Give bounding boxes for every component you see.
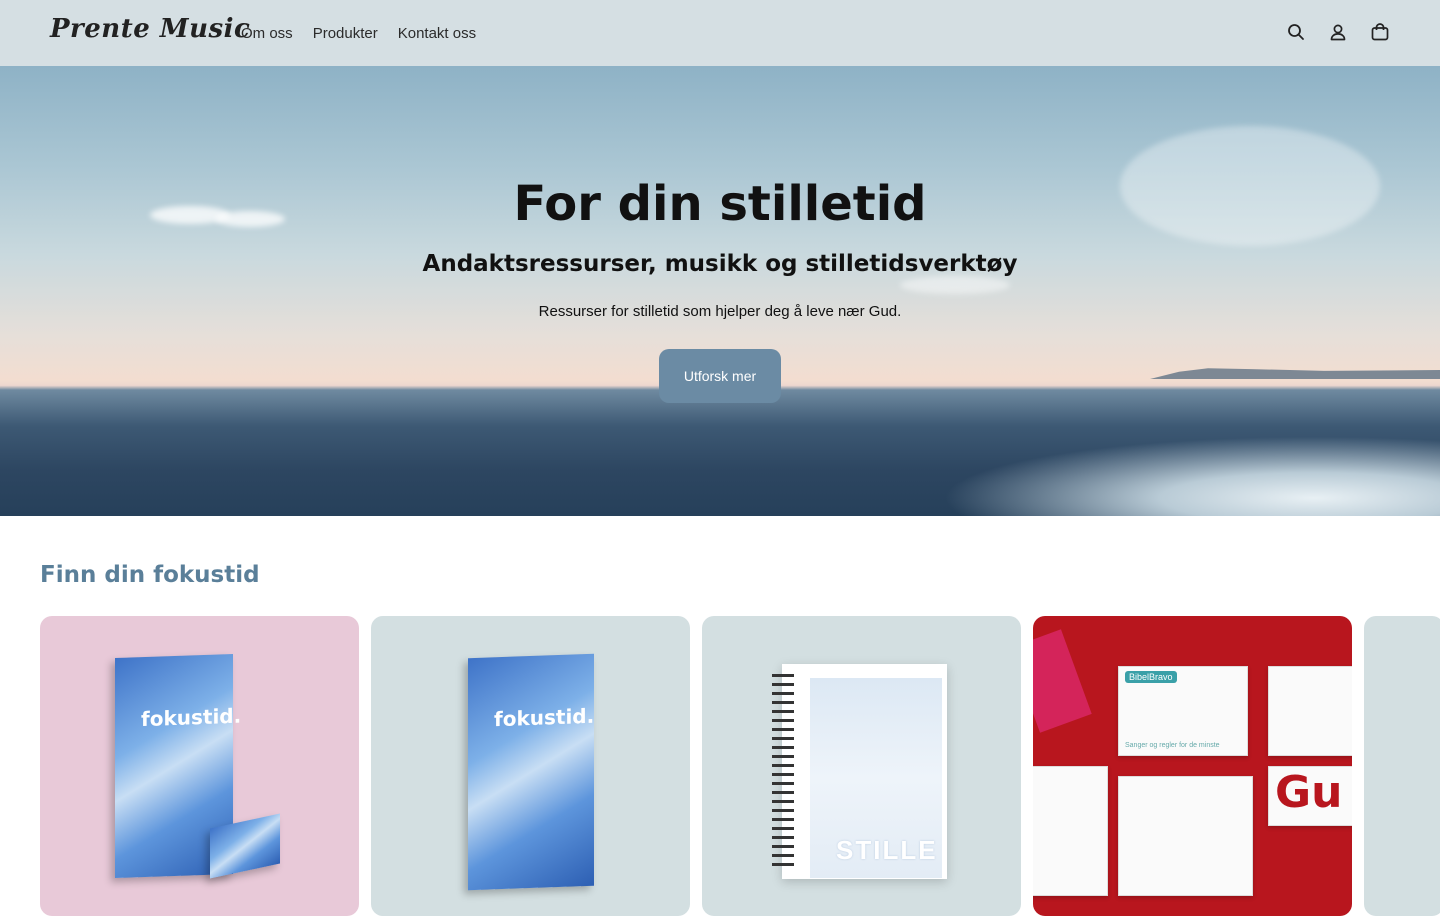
bibelbravo-caption: Sanger og regler for de minste (1125, 742, 1220, 749)
book-title: fokustid. (141, 703, 242, 732)
section-title: Finn din fokustid (40, 562, 260, 588)
nav-item-produkter[interactable]: Produkter (313, 25, 378, 42)
word-card: Gu (1268, 766, 1352, 826)
notebook-cover-art: STILLE (810, 678, 942, 878)
product-card[interactable]: BibelBravo Sanger og regler for de minst… (1033, 616, 1352, 916)
notebook-title: STILLE (836, 835, 938, 865)
nav-item-om-oss[interactable]: Om oss (241, 25, 293, 42)
product-card[interactable]: fokustid. (371, 616, 690, 916)
book-title: fokustid. (494, 703, 595, 732)
bibelbravo-book-stack (1118, 776, 1253, 896)
spiral-binding (772, 674, 794, 869)
account-icon[interactable] (1328, 21, 1348, 43)
product-carousel: fokustid. fokustid. STILLE BibelBravo Sa… (40, 616, 1440, 916)
hero-description: Ressurser for stilletid som hjelper deg … (538, 303, 902, 320)
search-icon[interactable] (1286, 21, 1306, 43)
hero-subtitle: Andaktsressurser, musikk og stilletidsve… (422, 251, 1018, 277)
word-card-text: Gu (1275, 767, 1343, 818)
product-card[interactable]: fokustid. (40, 616, 359, 916)
hero-banner: For din stilletid Andaktsressurser, musi… (0, 66, 1440, 516)
site-logo[interactable]: Prente Music (50, 14, 250, 44)
cloud-decoration (900, 276, 1010, 294)
main-nav: Om oss Produkter Kontakt oss (241, 0, 476, 66)
product-card[interactable]: STILLE (702, 616, 1021, 916)
bibelbravo-card (1268, 666, 1352, 756)
bibelbravo-book (1033, 766, 1108, 896)
header-icons (1286, 21, 1390, 43)
wave-decoration (880, 426, 1440, 516)
bibelbravo-book: BibelBravo Sanger og regler for de minst… (1118, 666, 1248, 756)
product-card-partial[interactable] (1364, 616, 1440, 916)
distant-shore (1150, 368, 1440, 379)
site-header: Prente Music Om oss Produkter Kontakt os… (0, 0, 1440, 66)
hero-title: For din stilletid (513, 176, 927, 232)
book-image: fokustid. (468, 653, 595, 891)
notebook-image: STILLE (772, 664, 947, 879)
explore-button[interactable]: Utforsk mer (659, 349, 781, 403)
nav-item-kontakt-oss[interactable]: Kontakt oss (398, 25, 476, 42)
bibelbravo-label: BibelBravo (1125, 671, 1177, 683)
cart-icon[interactable] (1370, 21, 1390, 43)
box-image (1033, 629, 1092, 733)
